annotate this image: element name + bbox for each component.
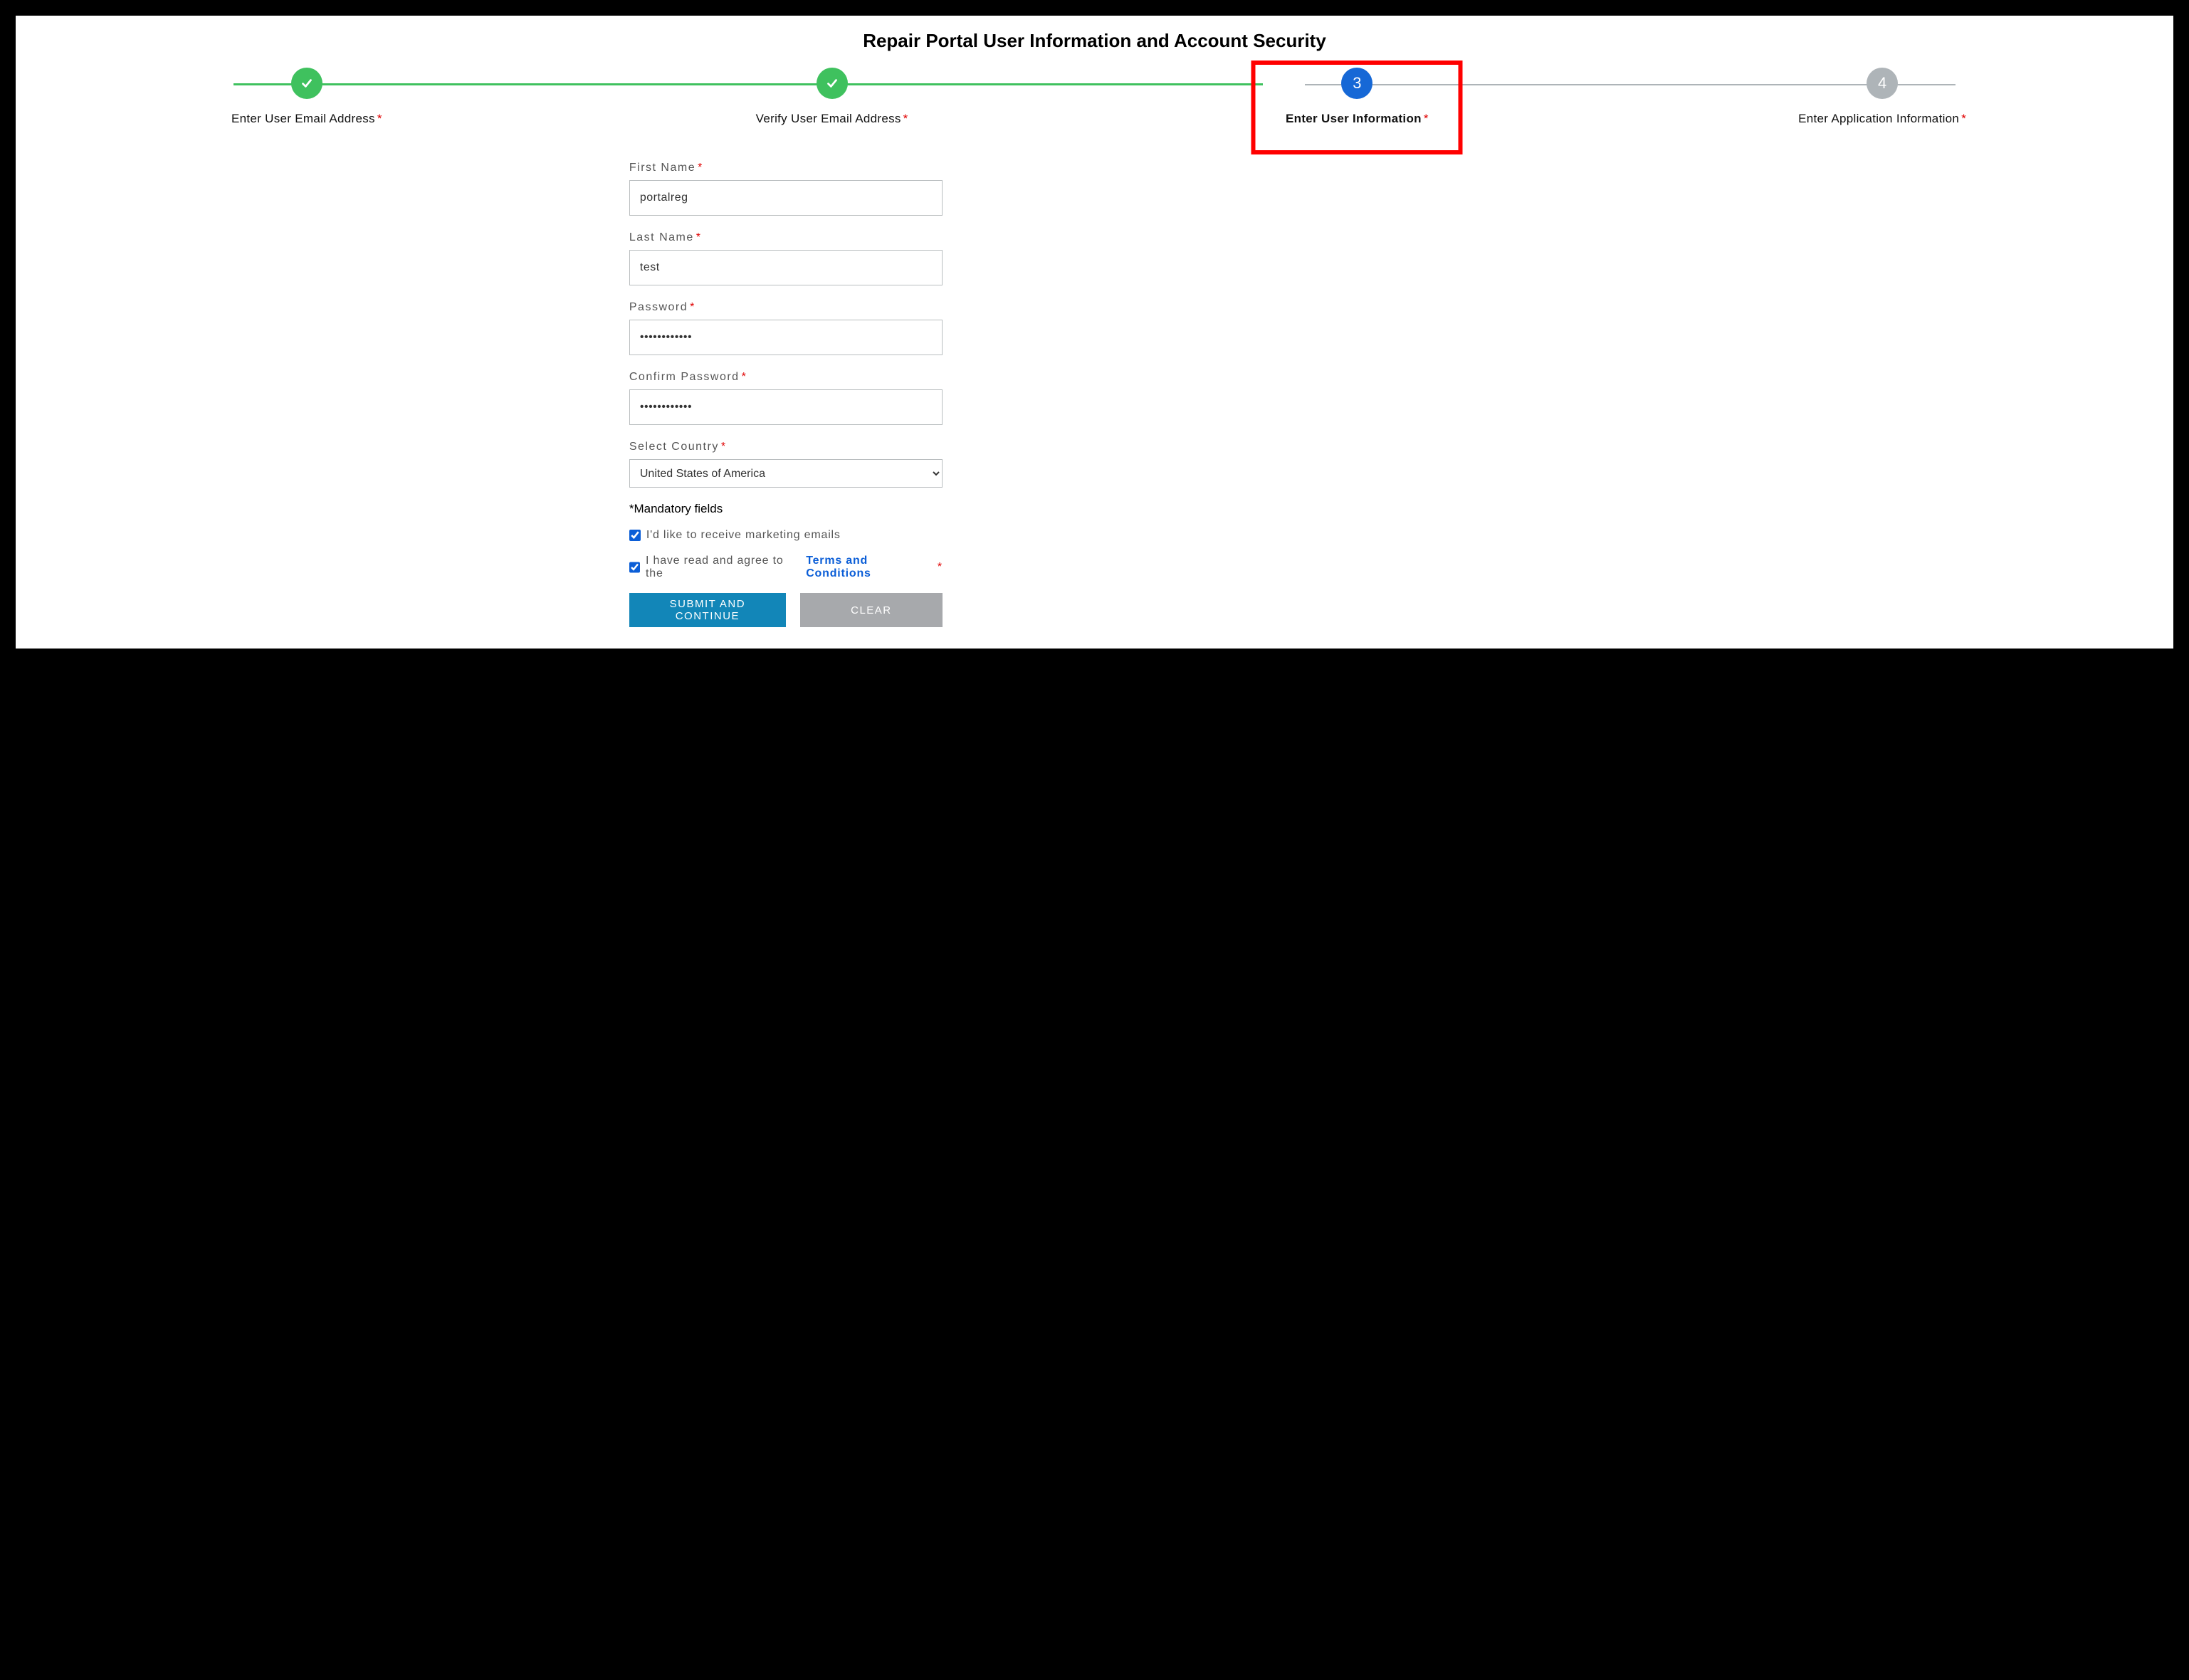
required-star: * xyxy=(698,162,703,174)
step-1: Enter User Email Address* xyxy=(44,68,569,126)
marketing-checkbox[interactable] xyxy=(629,530,641,541)
first-name-field[interactable] xyxy=(629,180,943,216)
confirm-password-label: Confirm Password* xyxy=(629,371,943,384)
terms-row: I have read and agree to the Terms and C… xyxy=(629,555,943,580)
step-3: 3 Enter User Information* xyxy=(1095,68,1620,126)
terms-checkbox[interactable] xyxy=(629,562,640,573)
check-icon xyxy=(299,75,315,91)
required-star: * xyxy=(696,231,702,243)
last-name-label: Last Name* xyxy=(629,231,943,244)
terms-link[interactable]: Terms and Conditions xyxy=(806,555,930,580)
required-star: * xyxy=(903,112,908,125)
password-field[interactable] xyxy=(629,320,943,355)
required-star: * xyxy=(1961,112,1966,125)
step-3-circle: 3 xyxy=(1341,68,1372,99)
user-info-form: First Name* Last Name* Password* Confirm… xyxy=(629,162,943,627)
mandatory-note: *Mandatory fields xyxy=(629,502,943,516)
required-star: * xyxy=(1424,112,1429,125)
marketing-label: I'd like to receive marketing emails xyxy=(646,529,841,542)
page-title: Repair Portal User Information and Accou… xyxy=(37,30,2152,52)
required-star: * xyxy=(721,441,727,453)
marketing-row[interactable]: I'd like to receive marketing emails xyxy=(629,529,943,542)
clear-button[interactable]: CLEAR xyxy=(800,593,943,627)
check-icon xyxy=(824,75,840,91)
panel: Repair Portal User Information and Accou… xyxy=(16,16,2173,649)
step-4-circle: 4 xyxy=(1867,68,1898,99)
button-row: SUBMIT AND CONTINUE CLEAR xyxy=(629,593,943,627)
step-2-label: Verify User Email Address* xyxy=(569,112,1095,126)
first-name-label: First Name* xyxy=(629,162,943,174)
step-4: 4 Enter Application Information* xyxy=(1620,68,2145,126)
step-2-circle xyxy=(817,68,848,99)
required-star: * xyxy=(377,112,382,125)
country-label: Select Country* xyxy=(629,441,943,453)
required-star: * xyxy=(690,301,695,313)
stepper: Enter User Email Address* Verify User Em… xyxy=(44,68,2145,126)
step-3-label: Enter User Information* xyxy=(1095,112,1620,126)
step-4-label: Enter Application Information* xyxy=(1620,112,2145,126)
step-2: Verify User Email Address* xyxy=(569,68,1095,126)
required-star: * xyxy=(938,561,943,574)
required-star: * xyxy=(742,371,747,383)
step-1-circle xyxy=(291,68,322,99)
step-1-label: Enter User Email Address* xyxy=(44,112,569,126)
terms-prefix: I have read and agree to the xyxy=(646,555,796,580)
confirm-password-field[interactable] xyxy=(629,389,943,425)
last-name-field[interactable] xyxy=(629,250,943,285)
submit-button[interactable]: SUBMIT AND CONTINUE xyxy=(629,593,786,627)
country-select[interactable]: United States of America xyxy=(629,459,943,488)
password-label: Password* xyxy=(629,301,943,314)
